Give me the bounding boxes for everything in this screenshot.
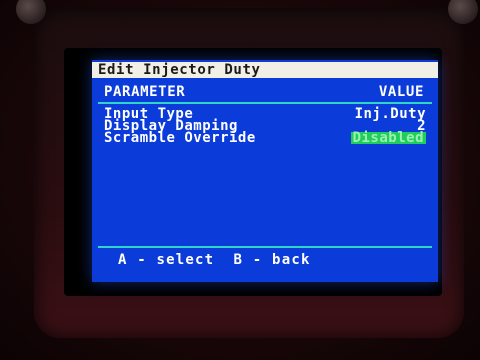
screen-title: Edit Injector Duty bbox=[92, 62, 438, 78]
selected-value: Disabled bbox=[350, 130, 426, 146]
footer-divider bbox=[98, 246, 432, 248]
header-divider bbox=[98, 102, 432, 104]
menu-item-value: Inj.Duty bbox=[354, 106, 426, 122]
lcd-screen: Edit Injector Duty PARAMETER VALUE Input… bbox=[92, 60, 438, 282]
screw-icon bbox=[448, 0, 478, 24]
menu-item-label: Scramble Override bbox=[104, 130, 256, 146]
column-header-value: VALUE bbox=[378, 84, 424, 100]
column-header-parameter: PARAMETER bbox=[104, 84, 186, 100]
key-hints: A - select B - back bbox=[118, 252, 311, 268]
